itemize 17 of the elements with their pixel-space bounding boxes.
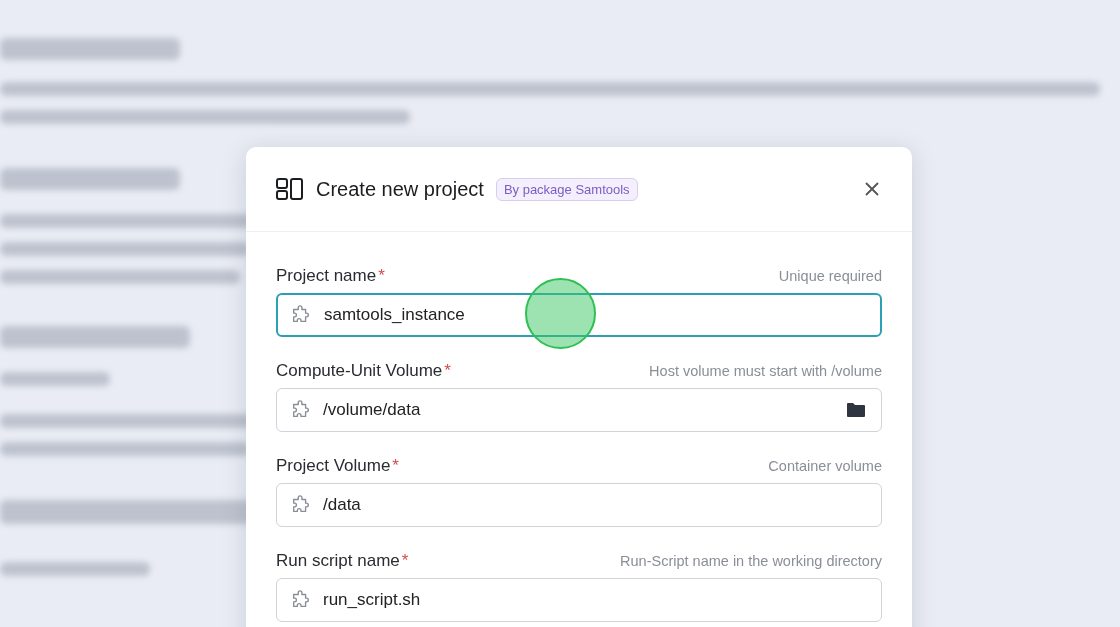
input-field[interactable]: /volume/data xyxy=(276,388,882,432)
dialog-title: Create new project xyxy=(316,177,484,201)
field-label: Project name* xyxy=(276,266,385,286)
field-hint: Host volume must start with /volume xyxy=(649,363,882,379)
folder-icon[interactable] xyxy=(846,401,866,419)
package-tag: By package Samtools xyxy=(495,177,638,201)
close-icon xyxy=(864,181,880,197)
field-label: Compute-Unit Volume* xyxy=(276,361,451,381)
input-field[interactable]: run_script.sh xyxy=(276,578,882,622)
field-label: Project Volume* xyxy=(276,456,399,476)
input-field[interactable]: samtools_instance xyxy=(276,293,882,337)
field-hint: Container volume xyxy=(768,458,882,474)
layout-icon xyxy=(276,178,304,200)
field-label: Run script name* xyxy=(276,551,409,571)
field-hint: Run-Script name in the working directory xyxy=(620,553,882,569)
field-hint: Unique required xyxy=(778,268,882,284)
input-field[interactable]: /data xyxy=(276,483,882,527)
